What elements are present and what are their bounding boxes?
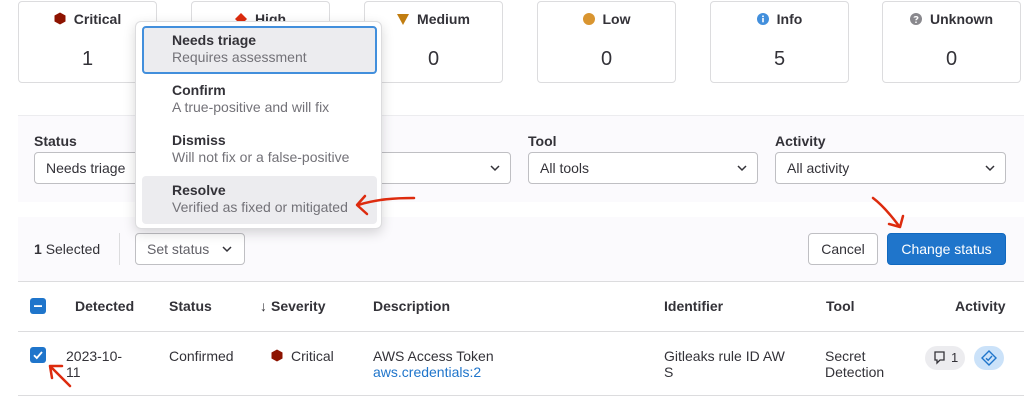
severity-card-label: Critical <box>73 11 122 27</box>
column-header-activity: Activity <box>955 298 1006 314</box>
tool-filter-label: Tool <box>528 133 557 149</box>
severity-card-label: Medium <box>417 11 470 27</box>
severity-card-info: Info 5 <box>710 1 849 83</box>
selected-count-text: 1 Selected <box>34 241 100 257</box>
sort-arrow-icon: ↓ <box>260 298 267 314</box>
issue-resolved-icon <box>981 350 997 366</box>
status-option-needs-triage[interactable]: Needs triage Requires assessment <box>142 26 377 74</box>
vulnerability-description[interactable]: AWS Access Token <box>373 348 494 364</box>
annotation-arrow-resolve <box>355 194 416 216</box>
severity-card-label: Unknown <box>930 11 993 27</box>
critical-hexagon-icon <box>271 349 283 362</box>
medium-triangle-icon <box>397 14 410 25</box>
indeterminate-icon <box>34 305 42 307</box>
column-header-status[interactable]: Status <box>169 298 212 314</box>
activity-filter-label: Activity <box>775 133 826 149</box>
severity-card-medium: Medium 0 <box>364 1 503 83</box>
severity-card-label: Low <box>602 11 631 27</box>
table-header-divider <box>18 331 1024 332</box>
critical-hexagon-icon <box>54 12 66 25</box>
set-status-label: Set status <box>147 241 210 257</box>
severity-card-count: 5 <box>773 48 786 70</box>
selected-count: 1 <box>34 241 42 257</box>
vulnerability-tool: Secret Detection <box>825 348 885 380</box>
column-header-severity[interactable]: ↓ Severity <box>260 298 325 314</box>
chevron-down-icon <box>222 246 232 253</box>
vulnerability-location-link[interactable]: aws.credentials:2 <box>373 364 481 380</box>
annotation-arrow-checkbox <box>48 364 72 388</box>
chevron-down-icon <box>985 165 995 172</box>
select-all-checkbox[interactable] <box>30 298 46 314</box>
vulnerability-identifier: Gitleaks rule ID AW S <box>664 348 785 380</box>
column-header-identifier[interactable]: Identifier <box>664 298 723 314</box>
set-status-menu: Needs triage Requires assessment Confirm… <box>135 21 382 229</box>
low-circle-icon <box>582 13 595 25</box>
vulnerability-status: Confirmed <box>169 348 234 364</box>
status-filter-label: Status <box>34 133 77 149</box>
chevron-down-icon <box>737 165 747 172</box>
activity-filter-value: All activity <box>787 160 850 176</box>
unknown-question-icon <box>910 13 922 25</box>
tool-filter-select[interactable]: All tools <box>528 152 758 184</box>
severity-card-low: Low 0 <box>537 1 676 83</box>
activity-filter-select[interactable]: All activity <box>775 152 1006 184</box>
status-option-resolve[interactable]: Resolve Verified as fixed or mitigated <box>142 176 377 224</box>
cancel-button[interactable]: Cancel <box>808 233 878 265</box>
chevron-down-icon <box>490 165 500 172</box>
action-bar-divider <box>119 233 120 265</box>
annotation-arrow-change-status <box>871 196 905 229</box>
column-header-description[interactable]: Description <box>373 298 450 314</box>
status-option-confirm[interactable]: Confirm A true-positive and will fix <box>142 76 377 124</box>
severity-card-count: 0 <box>427 48 440 70</box>
severity-card-unknown: Unknown 0 <box>882 1 1021 83</box>
column-header-severity-label: Severity <box>271 298 326 314</box>
comment-icon <box>934 351 945 365</box>
severity-card-count: 0 <box>600 48 613 70</box>
info-circle-icon <box>756 13 769 25</box>
change-status-button[interactable]: Change status <box>887 233 1006 265</box>
column-header-tool[interactable]: Tool <box>826 298 855 314</box>
comment-count: 1 <box>951 350 959 365</box>
severity-card-count: 0 <box>945 48 958 70</box>
selected-label: Selected <box>45 241 101 257</box>
vulnerability-severity: Critical <box>271 348 334 364</box>
status-filter-value: Needs triage <box>46 160 126 176</box>
comment-count-badge[interactable]: 1 <box>925 346 965 370</box>
table-bottom-divider <box>18 395 1024 396</box>
tool-filter-value: All tools <box>540 160 590 176</box>
set-status-dropdown[interactable]: Set status <box>135 233 245 265</box>
severity-card-label: Info <box>776 11 803 27</box>
status-option-dismiss[interactable]: Dismiss Will not fix or a false-positive <box>142 126 377 174</box>
detected-date: 2023-10- 11 <box>66 348 123 380</box>
column-header-detected[interactable]: Detected <box>75 298 134 314</box>
issue-created-badge[interactable] <box>974 346 1004 370</box>
